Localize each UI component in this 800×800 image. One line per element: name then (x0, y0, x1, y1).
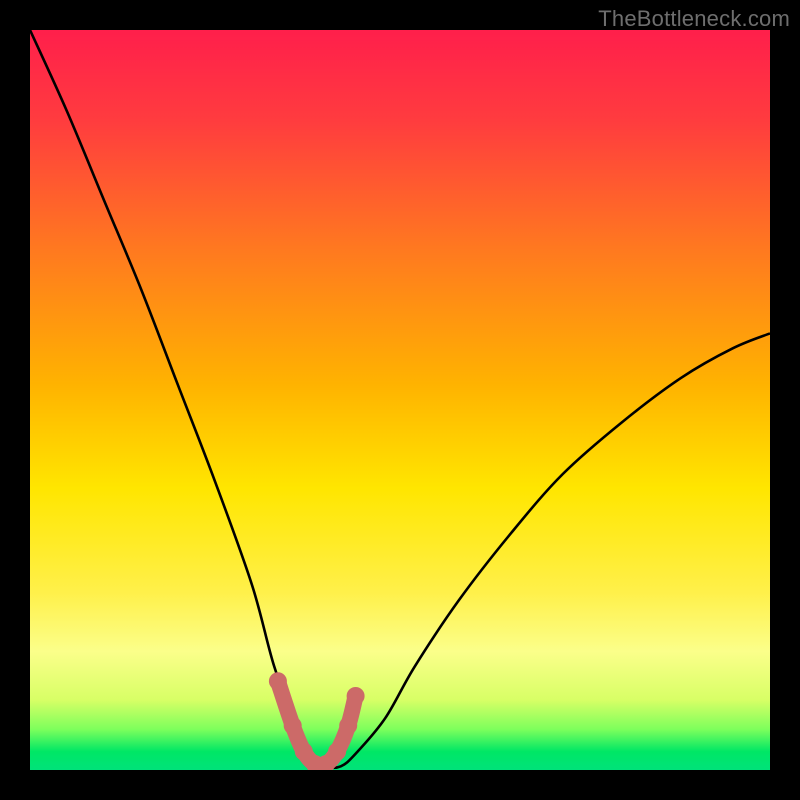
bottleneck-curve (30, 30, 770, 768)
cap-dot (269, 672, 287, 690)
plot-area (30, 30, 770, 770)
cap-dot (347, 687, 365, 705)
chart-frame: TheBottleneck.com (0, 0, 800, 800)
curve-layer (30, 30, 770, 770)
cap-dot (284, 717, 302, 735)
cap-dot (328, 743, 346, 761)
cap-dot (339, 717, 357, 735)
watermark-text: TheBottleneck.com (598, 6, 790, 32)
